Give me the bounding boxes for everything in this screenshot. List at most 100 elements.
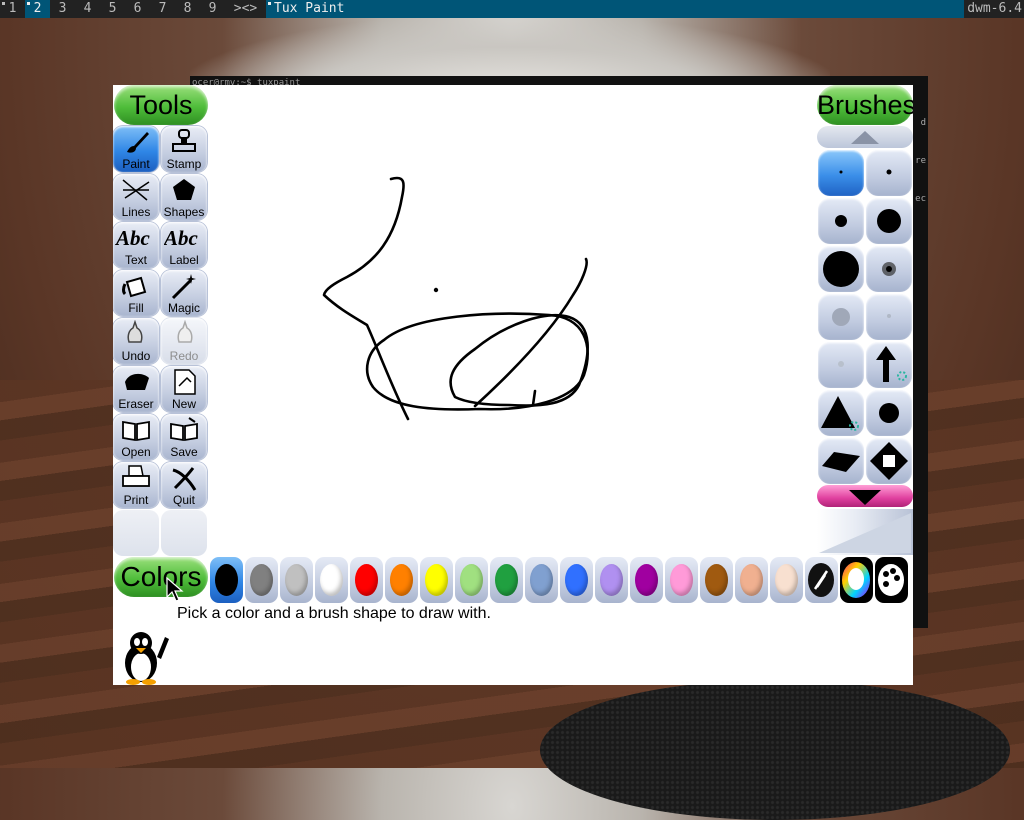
eraser-icon <box>125 373 149 390</box>
text-abc-icon: Abc <box>116 226 150 250</box>
brush-small-dot-icon <box>886 169 892 175</box>
brush-large-dot[interactable] <box>866 198 912 244</box>
color-fill <box>285 564 308 596</box>
status-text: dwm-6.4 <box>967 1 1022 16</box>
color-swatch[interactable] <box>665 557 698 603</box>
tool-eraser[interactable]: Eraser <box>113 366 159 412</box>
tag-7[interactable]: 7 <box>150 0 175 18</box>
brush-diamond-square-icon <box>870 442 908 480</box>
color-fill <box>250 564 273 596</box>
color-fill <box>495 564 518 596</box>
color-swatch[interactable] <box>630 557 663 603</box>
tool-new[interactable]: New <box>161 366 207 412</box>
tag-6[interactable]: 6 <box>125 0 150 18</box>
tool-magic[interactable]: Magic <box>161 270 207 316</box>
tux-mascot <box>117 625 173 685</box>
tag-9[interactable]: 9 <box>200 0 225 18</box>
color-swatch[interactable] <box>525 557 558 603</box>
brush-round-icon <box>879 403 899 423</box>
brush-soft-large-icon <box>832 308 850 326</box>
brush-size-slider[interactable] <box>817 509 913 555</box>
color-fill <box>320 564 343 596</box>
brush-tiny-dot[interactable] <box>818 150 864 196</box>
layout-symbol[interactable]: ><> <box>229 0 262 18</box>
brushes-header: Brushes <box>817 85 913 125</box>
tool-lines[interactable]: Lines <box>113 174 159 220</box>
brush-soft-medium-icon <box>838 361 844 367</box>
tool-label[interactable]: Abc Label <box>161 222 207 268</box>
brush-soft-small[interactable] <box>866 294 912 340</box>
open-book-icon <box>122 420 150 442</box>
tools-header: Tools <box>114 85 208 125</box>
tool-empty-slot <box>161 510 207 556</box>
brush-medium-dot-icon <box>835 215 847 227</box>
color-swatch[interactable] <box>420 557 453 603</box>
tool-quit[interactable]: Quit <box>161 462 207 508</box>
color-swatch[interactable] <box>455 557 488 603</box>
color-swatch[interactable] <box>700 557 733 603</box>
tool-open[interactable]: Open <box>113 414 159 460</box>
tag-8[interactable]: 8 <box>175 0 200 18</box>
tool-undo[interactable]: Undo <box>113 318 159 364</box>
dwm-bar: 1 2 3 4 5 6 7 8 9 ><> Tux Paint dwm-6.4 <box>0 0 1024 18</box>
brush-fuzzy-dot[interactable] <box>866 246 912 292</box>
color-swatch[interactable] <box>280 557 313 603</box>
brush-tiny-dot-icon <box>839 170 843 174</box>
brush-triangle[interactable] <box>818 390 864 436</box>
magic-wand-icon <box>171 274 196 300</box>
tux-penguin-icon <box>125 632 169 685</box>
help-tip: Pick a color and a brush shape to draw w… <box>177 605 491 622</box>
color-swatch[interactable] <box>245 557 278 603</box>
tag-4[interactable]: 4 <box>75 0 100 18</box>
brushes-scroll-up[interactable] <box>817 126 913 148</box>
drawing-canvas[interactable] <box>209 85 817 557</box>
brush-round[interactable] <box>866 390 912 436</box>
color-fill <box>565 564 588 596</box>
label-abc-icon: Abc <box>164 226 198 250</box>
tool-shapes[interactable]: Shapes <box>161 174 207 220</box>
tool-redo[interactable]: Redo <box>161 318 207 364</box>
color-swatch[interactable] <box>210 557 243 603</box>
new-page-icon <box>174 369 196 395</box>
tool-stamp[interactable]: Stamp <box>161 126 207 172</box>
brush-medium-dot[interactable] <box>818 198 864 244</box>
brush-diamond-flat[interactable] <box>818 438 864 484</box>
tag-1[interactable]: 1 <box>0 0 25 18</box>
tag-5[interactable]: 5 <box>100 0 125 18</box>
color-fill <box>600 564 623 596</box>
palette-icon <box>878 564 904 596</box>
brush-xlarge-dot[interactable] <box>818 246 864 292</box>
tool-save[interactable]: Save <box>161 414 207 460</box>
brush-arrow-icon <box>876 346 907 382</box>
color-swatch[interactable] <box>595 557 628 603</box>
tool-fill[interactable]: Fill <box>113 270 159 316</box>
color-picker-button[interactable] <box>805 557 838 603</box>
tool-print[interactable]: Print <box>113 462 159 508</box>
color-picker-icon <box>808 563 834 597</box>
mix-color-button[interactable] <box>875 557 908 603</box>
brushes-scroll-down[interactable] <box>817 485 913 507</box>
color-swatch[interactable] <box>770 557 803 603</box>
brush-soft-large[interactable] <box>818 294 864 340</box>
brush-arrow[interactable] <box>866 342 912 388</box>
tool-text[interactable]: Abc Text <box>113 222 159 268</box>
color-fill <box>530 564 553 596</box>
color-swatch[interactable] <box>385 557 418 603</box>
brush-small-dot[interactable] <box>866 150 912 196</box>
color-swatch[interactable] <box>315 557 348 603</box>
brush-soft-medium[interactable] <box>818 342 864 388</box>
tag-2[interactable]: 2 <box>25 0 50 18</box>
color-swatch[interactable] <box>350 557 383 603</box>
tag-3[interactable]: 3 <box>50 0 75 18</box>
rainbow-palette-icon <box>842 562 870 598</box>
color-swatch[interactable] <box>560 557 593 603</box>
brush-diamond-square[interactable] <box>866 438 912 484</box>
redo-hand-icon <box>177 320 193 343</box>
color-swatch[interactable] <box>490 557 523 603</box>
rainbow-color-button[interactable] <box>840 557 873 603</box>
printer-icon <box>122 465 150 487</box>
color-swatch[interactable] <box>735 557 768 603</box>
pentagon-icon <box>173 179 195 200</box>
mouse-cursor-icon <box>166 577 184 602</box>
tool-paint[interactable]: Paint <box>113 126 159 172</box>
